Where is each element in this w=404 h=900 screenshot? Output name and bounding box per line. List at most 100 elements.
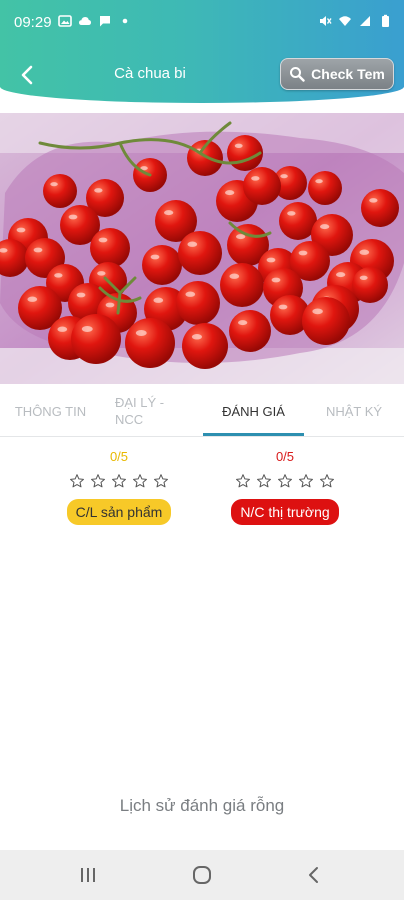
- tomato-highlight: [98, 237, 108, 243]
- tomato-highlight: [266, 257, 276, 263]
- tomato-shape: [125, 318, 175, 368]
- tomato-highlight: [298, 250, 308, 256]
- tab-thong-tin[interactable]: THÔNG TIN: [0, 386, 101, 436]
- rating-score: 0/5: [275, 449, 295, 464]
- star-icon[interactable]: [69, 473, 85, 489]
- tomato-highlight: [234, 143, 243, 148]
- search-icon: [290, 67, 305, 82]
- star-icon[interactable]: [153, 473, 169, 489]
- tomato-shape: [229, 310, 271, 352]
- tomato-shape: [176, 281, 220, 325]
- tomato-highlight: [105, 302, 115, 308]
- tomato-shape: [352, 267, 388, 303]
- check-tem-button[interactable]: Check Tem: [280, 58, 394, 90]
- tomato-shape: [142, 245, 182, 285]
- tomato-highlight: [280, 174, 288, 179]
- tomato-highlight: [225, 190, 235, 196]
- tomato-highlight: [68, 214, 78, 220]
- tomato-shape: [220, 263, 264, 307]
- tab-label: ĐẠI LÝ - NCC: [115, 395, 165, 427]
- tomato-highlight: [164, 210, 174, 216]
- tomato-shape: [182, 323, 228, 369]
- tomato-highlight: [278, 304, 288, 310]
- chat-icon: [100, 16, 110, 27]
- tomato-highlight: [251, 176, 260, 181]
- tomato-highlight: [76, 292, 86, 298]
- star-icon[interactable]: [132, 473, 148, 489]
- wifi-icon: [339, 16, 351, 26]
- battery-icon: [382, 14, 389, 27]
- tomato-shape: [178, 231, 222, 275]
- tomato-highlight: [135, 330, 147, 336]
- tomato-highlight: [191, 334, 203, 340]
- tomato-highlight: [359, 249, 370, 255]
- tab-nhat-ky[interactable]: NHẬT KÝ: [304, 386, 404, 436]
- check-tem-label: Check Tem: [311, 66, 385, 82]
- back-nav-button[interactable]: [294, 862, 334, 888]
- recent-apps-icon: [81, 868, 95, 882]
- tab-label: NHẬT KÝ: [325, 403, 383, 419]
- tomato-shape: [90, 228, 130, 268]
- recent-apps-button[interactable]: [68, 862, 108, 888]
- star-icon[interactable]: [111, 473, 127, 489]
- tomato-highlight: [150, 254, 160, 260]
- tomato-highlight: [315, 179, 323, 184]
- star-icon[interactable]: [235, 473, 251, 489]
- tomato-shape: [243, 167, 281, 205]
- star-icon[interactable]: [256, 473, 272, 489]
- tomato-highlight: [369, 198, 378, 203]
- star-icon[interactable]: [90, 473, 106, 489]
- tomato-highlight: [320, 224, 330, 230]
- star-rating[interactable]: [184, 473, 386, 489]
- tomato-highlight: [238, 320, 248, 326]
- page-title: Cà chua bi: [114, 65, 186, 82]
- home-icon: [193, 866, 211, 884]
- signal-icon: [360, 16, 370, 26]
- star-icon[interactable]: [298, 473, 314, 489]
- product-quality-badge[interactable]: C/L sản phẩm: [66, 499, 172, 525]
- tab-dai-ly-ncc[interactable]: ĐẠI LÝ - NCC: [101, 386, 195, 436]
- tomato-highlight: [54, 273, 63, 278]
- tomato-highlight: [57, 326, 68, 332]
- app-bar: Cà chua bi Check Tem: [0, 52, 404, 96]
- tomato-highlight: [229, 273, 240, 279]
- tomato-highlight: [97, 271, 106, 276]
- tomato-shape: [308, 171, 342, 205]
- tab-label: ĐÁNH GIÁ: [222, 403, 285, 419]
- market-demand-rating: 0/5 N/C thị trường: [184, 449, 386, 525]
- tomato-shape: [302, 297, 350, 345]
- tomato-highlight: [287, 211, 296, 216]
- mute-icon: [320, 16, 332, 26]
- star-icon[interactable]: [319, 473, 335, 489]
- image-icon: [58, 15, 72, 27]
- tomato-highlight: [359, 275, 368, 280]
- market-demand-badge[interactable]: N/C thị trường: [231, 499, 339, 525]
- home-button[interactable]: [182, 862, 222, 888]
- tab-bar: THÔNG TIN ĐẠI LÝ - NCC ĐÁNH GIÁ NHẬT KÝ: [0, 386, 404, 437]
- tomato-highlight: [271, 277, 281, 283]
- product-image: [0, 113, 404, 384]
- tomato-highlight: [50, 182, 58, 187]
- tab-danh-gia[interactable]: ĐÁNH GIÁ: [203, 386, 304, 436]
- dot-icon: [122, 18, 128, 24]
- back-nav-icon: [309, 867, 318, 883]
- tomato-highlight: [81, 326, 93, 332]
- tab-label: THÔNG TIN: [14, 403, 87, 419]
- tomato-shape: [43, 174, 77, 208]
- tomato-highlight: [153, 297, 164, 303]
- tomato-shape: [361, 189, 399, 227]
- tomato-highlight: [336, 272, 346, 278]
- tomato-highlight: [312, 308, 323, 315]
- cherry-tomatoes-photo: [0, 113, 404, 384]
- tomato-highlight: [33, 247, 43, 253]
- tomato-highlight: [187, 241, 198, 247]
- star-icon[interactable]: [277, 473, 293, 489]
- tomato-highlight: [94, 188, 103, 193]
- cloud-icon: [79, 17, 91, 25]
- tomato-highlight: [16, 227, 26, 233]
- tomato-shape: [71, 314, 121, 364]
- status-bar: 09:29: [0, 0, 404, 44]
- empty-history-message: Lịch sử đánh giá rỗng: [119, 796, 285, 815]
- system-nav-bar: [0, 850, 404, 900]
- tomato-highlight: [185, 291, 196, 297]
